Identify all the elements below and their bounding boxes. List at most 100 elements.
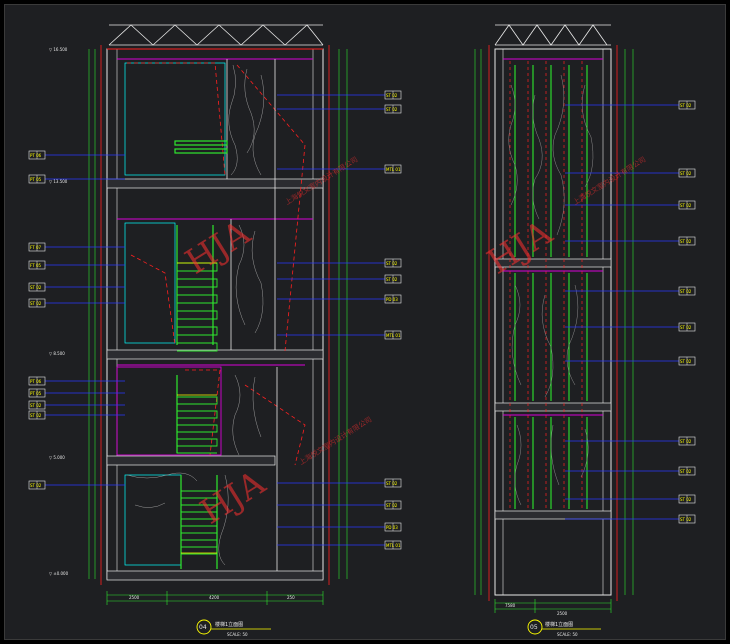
- level-mark-1: ▽ 16.500: [49, 47, 68, 52]
- watermark-company-2: 上海悦文室内设计有限公司: [297, 415, 373, 467]
- material-tag-right-3: MTL 01: [384, 164, 402, 174]
- material-tag-left-8: PT 05: [28, 388, 46, 398]
- material-tag-05-5: ST 02: [678, 286, 696, 296]
- material-tag-05-2-text: ST 02: [680, 171, 692, 176]
- material-tag-05-2: ST 02: [678, 168, 696, 178]
- material-tag-05-8-text: ST 02: [680, 439, 692, 444]
- material-tag-left-11: ST 02: [28, 480, 46, 490]
- elevation-05: ST 02 ST 02 ST 02 ST 02 ST 02 ST 02 ST 02 ST 02…: [474, 24, 696, 637]
- material-tag-05-5-text: ST 02: [680, 289, 692, 294]
- material-tag-left-6: ST 02: [28, 298, 46, 308]
- bottom-dims-04: 2500 4200 250: [129, 595, 295, 600]
- cad-canvas: PT 06 PT 05 FT 07 FT 05 ST 02 ST 02 PT 06 PT 05…: [28, 24, 696, 637]
- level-mark-4: ▽ 5.000: [49, 455, 65, 460]
- material-tag-right-5: ST 02: [384, 274, 402, 284]
- material-tag-right-6-text: PD 03: [386, 297, 398, 302]
- material-tag-05-4: ST 02: [678, 236, 696, 246]
- roof-truss-05: [494, 24, 611, 46]
- material-tag-right-4: ST 02: [384, 258, 402, 268]
- material-tag-right-7: MTL 01: [384, 330, 402, 340]
- material-tag-right-2: ST 02: [384, 104, 402, 114]
- material-tag-left-3: FT 07: [28, 242, 46, 252]
- material-tag-left-2-text: PT 05: [30, 177, 42, 182]
- material-tag-right-8-text: ST 02: [386, 481, 398, 486]
- material-tag-right-7-text: MTL 01: [386, 333, 401, 338]
- material-tag-right-3-text: MTL 01: [386, 167, 401, 172]
- material-tags-left-04: PT 06 PT 05 FT 07 FT 05 ST 02 ST 02 PT 06 PT 05…: [28, 150, 46, 490]
- title-block-05: 05 楼梯1立面图 SCALE: 50: [527, 619, 601, 637]
- material-tag-left-3-text: FT 07: [30, 245, 41, 250]
- drawing-number-05: 05: [530, 624, 538, 631]
- material-tag-left-5: ST 02: [28, 282, 46, 292]
- dim-text-05-2: 2500: [557, 611, 568, 616]
- material-tag-left-1-text: PT 06: [30, 153, 42, 158]
- material-tag-left-2: PT 05: [28, 174, 46, 184]
- material-tag-left-6-text: ST 02: [30, 301, 42, 306]
- material-tag-right-1: ST 02: [384, 90, 402, 100]
- level-mark-5: ▽ ±0.000: [49, 571, 69, 576]
- dim-text-1: 2500: [129, 595, 140, 600]
- material-tag-left-1: PT 06: [28, 150, 46, 160]
- material-tag-left-10-text: ST 02: [30, 413, 42, 418]
- dim-chain-right-04: [338, 49, 348, 579]
- material-tag-left-7: PT 06: [28, 376, 46, 386]
- material-tags-right-05: ST 02 ST 02 ST 02 ST 02 ST 02 ST 02 ST 02 ST 02…: [678, 100, 696, 524]
- drawing-scale-04: SCALE: 50: [227, 632, 248, 637]
- material-tag-right-1-text: ST 02: [386, 93, 398, 98]
- material-tag-05-6-text: ST 02: [680, 325, 692, 330]
- drawing-title-05: 楼梯1立面图: [545, 621, 573, 628]
- drawing-scale-05: SCALE: 50: [557, 632, 578, 637]
- title-block-04: 04 楼梯1立面图 SCALE: 50: [196, 619, 271, 637]
- watermark: HJA HJA HJA 上海悦文室内设计有限公司 上海悦文室内设计有限公司 上海…: [179, 155, 648, 533]
- drawing-number-04: 04: [199, 624, 207, 631]
- roof-truss-04: [108, 24, 324, 46]
- material-tags-right-04: ST 02 ST 02 MTL 01 ST 02 ST 02 PD 03 MTL 01 ST …: [384, 90, 402, 550]
- watermark-logo-1: HJA: [179, 213, 258, 283]
- dim-chain-right-05: [624, 49, 634, 595]
- material-tag-left-7-text: PT 06: [30, 379, 42, 384]
- material-tag-05-6: ST 02: [678, 322, 696, 332]
- material-tag-right-9-text: ST 02: [386, 503, 398, 508]
- drawing-frame: PT 06 PT 05 FT 07 FT 05 ST 02 ST 02 PT 06 PT 05…: [4, 4, 726, 640]
- bottom-dims-05: 7580 2500: [505, 603, 568, 616]
- material-tag-right-10-text: PD 03: [386, 525, 398, 530]
- material-tag-05-9-text: ST 02: [680, 469, 692, 474]
- material-tag-right-11-text: MTL 01: [386, 543, 401, 548]
- dim-chain-left-05: [474, 49, 482, 595]
- floor-slabs-05: [494, 258, 612, 520]
- material-tag-right-8: ST 02: [384, 478, 402, 488]
- material-tag-05-10-text: ST 02: [680, 497, 692, 502]
- watermark-logo-2: HJA: [194, 463, 273, 533]
- material-tag-05-8: ST 02: [678, 436, 696, 446]
- material-tag-05-3: ST 02: [678, 200, 696, 210]
- material-tag-05-11: ST 02: [678, 514, 696, 524]
- material-tag-right-6: PD 03: [384, 294, 402, 304]
- material-tag-05-7: ST 02: [678, 356, 696, 366]
- material-tag-left-9: ST 02: [28, 400, 46, 410]
- material-tag-05-1: ST 02: [678, 100, 696, 110]
- dim-text-3: 250: [287, 595, 295, 600]
- material-tag-right-10: PD 03: [384, 522, 402, 532]
- material-tag-right-5-text: ST 02: [386, 277, 398, 282]
- level-mark-2: ▽ 13.500: [49, 179, 68, 184]
- material-tag-05-7-text: ST 02: [680, 359, 692, 364]
- material-tag-left-4: FT 05: [28, 260, 46, 270]
- watermark-company-3: 上海悦文室内设计有限公司: [571, 155, 647, 207]
- material-tag-left-4-text: FT 05: [30, 263, 41, 268]
- material-tag-05-9: ST 02: [678, 466, 696, 476]
- material-tag-right-11: MTL 01: [384, 540, 402, 550]
- dim-chain-left-04: [88, 49, 96, 579]
- elevation-04: PT 06 PT 05 FT 07 FT 05 ST 02 ST 02 PT 06 PT 05…: [28, 24, 402, 637]
- dim-text-05-1: 7580: [505, 603, 516, 608]
- tag-leaders-04: [45, 94, 385, 546]
- material-tag-left-10: ST 02: [28, 410, 46, 420]
- material-tag-05-1-text: ST 02: [680, 103, 692, 108]
- material-tag-05-11-text: ST 02: [680, 517, 692, 522]
- dim-text-2: 4200: [209, 595, 220, 600]
- watermark-logo-3: HJA: [481, 213, 560, 283]
- level-mark-3: ▽ 8.500: [49, 351, 65, 356]
- material-tag-right-4-text: ST 02: [386, 261, 398, 266]
- material-tag-left-11-text: ST 02: [30, 483, 42, 488]
- level-marks-04: ▽ 16.500 ▽ 13.500 ▽ 8.500 ▽ 5.000 ▽ ±0.0…: [49, 47, 69, 576]
- material-tag-right-9: ST 02: [384, 500, 402, 510]
